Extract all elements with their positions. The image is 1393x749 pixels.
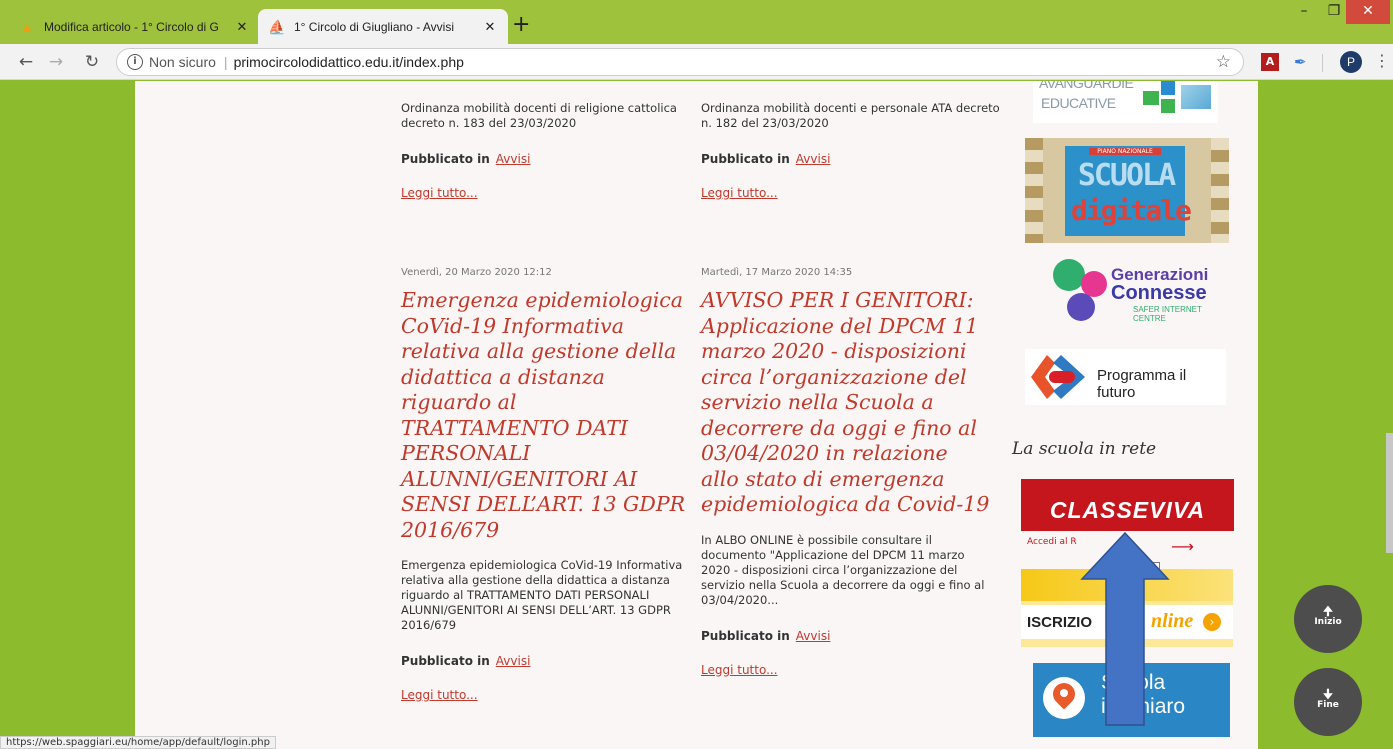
article-intro: Emergenza epidemiologica CoVid-19 Inform… xyxy=(401,558,683,632)
category-link[interactable]: Avvisi xyxy=(796,629,831,643)
generazioni-line2: Connesse xyxy=(1111,282,1207,304)
published-label: Pubblicato in xyxy=(401,152,490,166)
published-in: Pubblicato in Avvisi xyxy=(701,629,991,643)
article-date: Martedì, 17 Marzo 2020 14:35 xyxy=(701,267,853,278)
digitale-word: digitale xyxy=(1071,194,1192,227)
arrow-down-icon: 🠋 xyxy=(1323,687,1333,701)
pixel-border xyxy=(1025,138,1043,243)
article-title[interactable]: Emergenza epidemiologica CoVid-19 Inform… xyxy=(401,288,691,543)
avanguardie-line2: EDUCATIVE xyxy=(1041,95,1116,111)
web-page: Ordinanza mobilità docenti di religione … xyxy=(0,81,1393,749)
browser-toolbar: ← → ↻ i Non sicuro | primocircolodidatti… xyxy=(0,44,1393,80)
logo-square xyxy=(1161,99,1175,113)
bookmark-star-icon[interactable]: ☆ xyxy=(1216,52,1231,72)
tab-bar: ▲ Modifica articolo - 1° Circolo di G ✕ … xyxy=(0,0,1393,44)
generazioni-connesse-banner[interactable]: Generazioni Connesse SAFER INTERNET CENT… xyxy=(1037,253,1232,331)
published-label: Pubblicato in xyxy=(401,654,490,668)
programma-il-futuro-banner[interactable]: Programma il futuro xyxy=(1025,349,1226,405)
pdf-extension-icon[interactable]: A xyxy=(1261,53,1279,71)
wifi-icon xyxy=(1067,293,1095,321)
divider xyxy=(1322,54,1323,72)
scuola-word: SCUOLA xyxy=(1077,158,1176,193)
arrow-up-icon: 🠉 xyxy=(1323,604,1333,618)
back-arrow-icon[interactable]: ← xyxy=(14,51,38,73)
joomla-icon: ▲ xyxy=(20,18,34,35)
url-text[interactable]: primocircolodidattico.edu.it/index.php xyxy=(234,54,464,70)
info-icon[interactable]: i xyxy=(127,54,143,70)
tab-avvisi[interactable]: ⛵ 1° Circolo di Giugliano - Avvisi ✕ xyxy=(258,9,508,44)
category-link[interactable]: Avvisi xyxy=(796,152,831,166)
read-more-link[interactable]: Leggi tutto... xyxy=(701,663,991,677)
close-tab-icon[interactable]: ✕ xyxy=(482,19,498,35)
insecure-label: Non sicuro xyxy=(149,54,216,70)
category-link[interactable]: Avvisi xyxy=(496,152,531,166)
published-in: Pubblicato in Avvisi xyxy=(401,654,691,668)
scroll-to-top-button[interactable]: 🠉 Inizio xyxy=(1294,585,1362,653)
profile-avatar[interactable]: P xyxy=(1340,51,1362,73)
article-item: Ordinanza mobilità docenti e personale A… xyxy=(701,101,1001,200)
published-in: Pubblicato in Avvisi xyxy=(701,152,1001,166)
tab-title: Modifica articolo - 1° Circolo di G xyxy=(44,19,219,34)
section-title: La scuola in rete xyxy=(1012,439,1157,459)
close-tab-icon[interactable]: ✕ xyxy=(234,19,250,35)
close-window-button[interactable]: ✕ xyxy=(1346,0,1390,24)
generazioni-line3: SAFER INTERNET CENTRE xyxy=(1133,305,1202,323)
tab-modifica-articolo[interactable]: ▲ Modifica articolo - 1° Circolo di G ✕ xyxy=(8,9,260,44)
scuola-digitale-banner[interactable]: PIANO NAZIONALE SCUOLA digitale xyxy=(1025,138,1229,243)
programma-logo-icon xyxy=(1031,355,1085,399)
article-date: Venerdì, 20 Marzo 2020 12:12 xyxy=(401,267,552,278)
chevron-right-icon: › xyxy=(1203,613,1221,631)
article-intro: Ordinanza mobilità docenti e personale A… xyxy=(701,101,1000,130)
read-more-link[interactable]: Leggi tutto... xyxy=(401,186,701,200)
article-item: Venerdì, 20 Marzo 2020 12:12 Emergenza e… xyxy=(401,267,691,702)
logo-shape xyxy=(1181,85,1211,109)
menu-dots-icon[interactable]: ⋮ xyxy=(1374,51,1390,70)
address-bar[interactable]: i Non sicuro | primocircolodidattico.edu… xyxy=(116,48,1244,76)
minimize-button[interactable]: – xyxy=(1288,0,1320,24)
school-logo-icon: ⛵ xyxy=(268,18,286,35)
forward-arrow-icon[interactable]: → xyxy=(44,51,68,73)
avanguardie-line1: AVANGUARDIE xyxy=(1039,81,1134,91)
published-in: Pubblicato in Avvisi xyxy=(401,152,701,166)
avanguardie-educative-banner[interactable]: AVANGUARDIE EDUCATIVE xyxy=(1033,81,1218,123)
tab-title: 1° Circolo di Giugliano - Avvisi xyxy=(294,19,454,34)
classeviva-logo: CLASSEVIVA xyxy=(1049,497,1206,523)
read-more-link[interactable]: Leggi tutto... xyxy=(401,688,691,702)
article-item: Martedì, 17 Marzo 2020 14:35 AVVISO PER … xyxy=(701,267,991,677)
logo-square xyxy=(1143,91,1159,105)
status-bar-url: https://web.spaggiari.eu/home/app/defaul… xyxy=(0,736,276,749)
article-intro: In ALBO ONLINE è possibile consultare il… xyxy=(701,532,985,607)
piano-nazionale-label: PIANO NAZIONALE xyxy=(1089,148,1161,155)
published-label: Pubblicato in xyxy=(701,628,790,643)
article-item: Ordinanza mobilità docenti di religione … xyxy=(401,101,701,200)
reload-icon[interactable]: ↻ xyxy=(80,51,104,73)
category-link[interactable]: Avvisi xyxy=(496,654,531,668)
article-intro: Ordinanza mobilità docenti di religione … xyxy=(401,101,677,130)
new-tab-button[interactable]: + xyxy=(512,14,530,36)
pen-extension-icon[interactable]: ✒ xyxy=(1294,53,1312,71)
divider: | xyxy=(223,54,228,70)
annotation-arrow-icon xyxy=(1080,531,1170,726)
pixel-border xyxy=(1211,138,1229,243)
article-title[interactable]: AVVISO PER I GENITORI: Applicazione del … xyxy=(701,288,991,518)
published-label: Pubblicato in xyxy=(701,152,790,166)
scroll-to-bottom-button[interactable]: 🠋 Fine xyxy=(1294,668,1362,736)
scrollbar-thumb[interactable] xyxy=(1386,433,1393,553)
programma-label: Programma il futuro xyxy=(1097,367,1187,401)
scroll-up-label: Inizio xyxy=(1314,617,1342,627)
scroll-down-label: Fine xyxy=(1317,700,1339,710)
read-more-link[interactable]: Leggi tutto... xyxy=(701,186,1001,200)
logo-square xyxy=(1161,81,1175,95)
